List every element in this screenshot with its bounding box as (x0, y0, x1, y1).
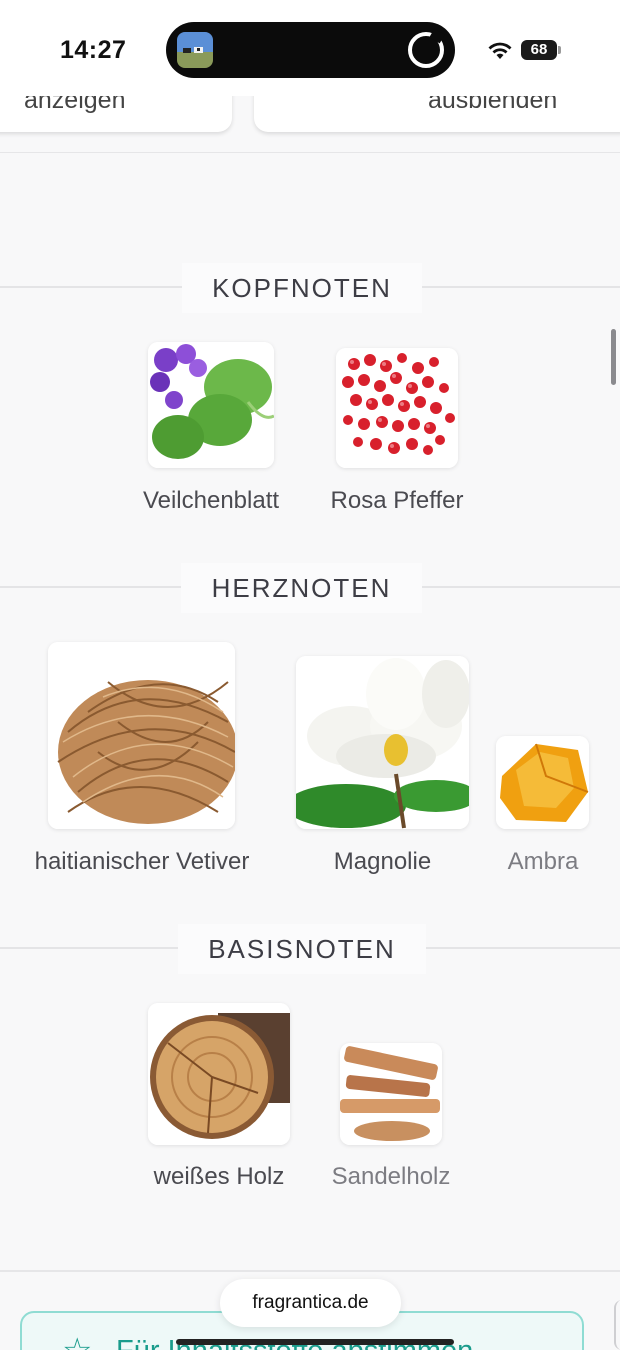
white-wood-image[interactable] (148, 1003, 290, 1145)
sandalwood-image[interactable] (340, 1043, 442, 1145)
divider (0, 152, 620, 153)
top-notes-title: KOPFNOTEN (182, 263, 422, 313)
heart-notes-title: HERZNOTEN (181, 563, 422, 613)
note-label: Veilchenblatt (142, 487, 280, 514)
note-label: Ambra (507, 848, 579, 875)
base-notes-title: BASISNOTEN (178, 924, 426, 974)
status-bar: 14:27 68 (0, 0, 620, 96)
amber-image[interactable] (496, 736, 589, 829)
note-label: Rosa Pfeffer (330, 487, 464, 514)
edge-handle (614, 1300, 620, 1350)
fragrance-notes-page: anzeigen ausblenden 14:27 68 KOPFNOTEN V… (0, 0, 620, 1350)
note-label: Magnolie (333, 848, 432, 875)
note-label: Sandelholz (331, 1163, 451, 1190)
wifi-icon (487, 40, 513, 60)
magnolia-image[interactable] (296, 656, 469, 829)
address-bar-domain[interactable]: fragrantica.de (220, 1279, 401, 1327)
now-playing-thumbnail-icon (177, 32, 213, 68)
recording-ring-icon (408, 32, 444, 68)
pink-pepper-image[interactable] (336, 348, 458, 468)
status-time: 14:27 (60, 36, 127, 64)
note-label: haitianischer Vetiver (34, 848, 250, 875)
vetiver-root-image[interactable] (48, 642, 235, 829)
battery-icon: 68 (521, 40, 557, 60)
scrollbar[interactable] (611, 329, 616, 385)
note-label: weißes Holz (153, 1163, 285, 1190)
violet-leaf-image[interactable] (148, 342, 274, 468)
dynamic-island[interactable] (166, 22, 455, 78)
battery-tip (558, 46, 561, 54)
home-indicator[interactable] (176, 1339, 454, 1345)
star-icon: ☆ (62, 1331, 92, 1350)
divider (0, 1270, 620, 1272)
